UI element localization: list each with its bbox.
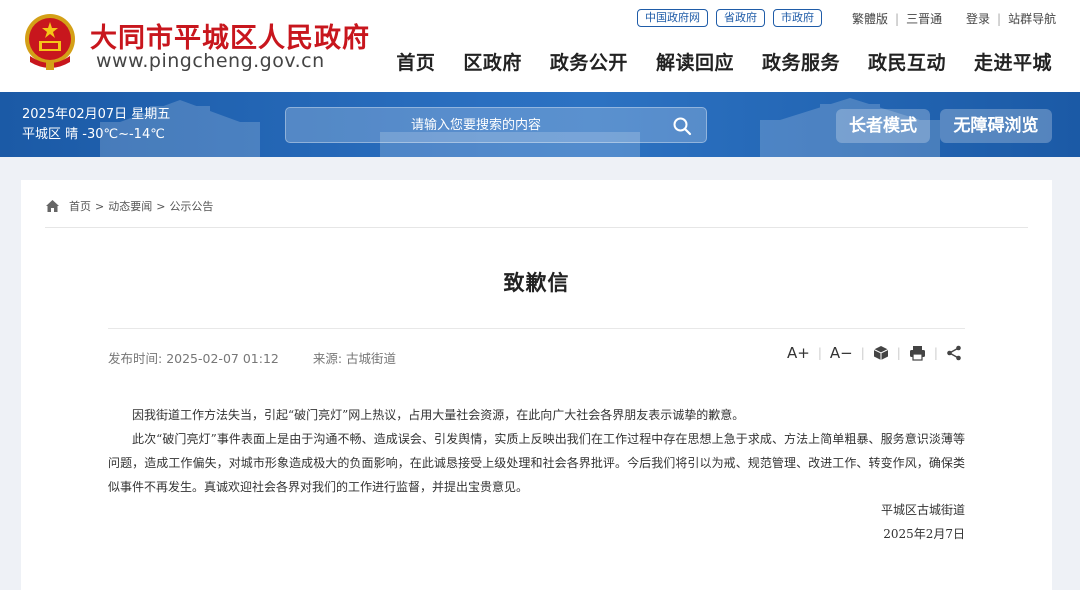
paragraph: 此次“破门亮灯”事件表面上是由于沟通不畅、造成误会、引发舆情，实质上反映出我们在…: [108, 432, 965, 494]
search-box: [285, 107, 707, 143]
breadcrumb-news[interactable]: 动态要闻: [108, 198, 152, 214]
separator: |: [860, 346, 865, 360]
source-value: 古城街道: [346, 351, 397, 366]
elder-mode-button[interactable]: 长者模式: [836, 109, 930, 143]
site-domain: www.pingcheng.gov.cn: [96, 50, 325, 72]
main-nav: 首页 区政府 政务公开 解读回应 政务服务 政民互动 走进平城: [396, 48, 1052, 75]
national-emblem-icon[interactable]: [22, 12, 78, 72]
breadcrumb-notices[interactable]: 公示公告: [169, 198, 213, 214]
separator: |: [933, 346, 938, 360]
nav-gov-services[interactable]: 政务服务: [762, 48, 840, 75]
3d-cube-icon[interactable]: [873, 345, 889, 361]
publish-time-value: 2025-02-07 01:12: [166, 351, 279, 366]
nav-interpretation[interactable]: 解读回应: [656, 48, 734, 75]
article-source: 来源: 古城街道: [313, 348, 396, 367]
link-traditional[interactable]: 繁體版: [852, 10, 888, 27]
divider: [45, 227, 1028, 228]
paragraph: 因我街道工作方法失当，引起“破门亮灯”网上热议，占用大量社会资源，在此向广大社会…: [132, 408, 745, 422]
language-links: 繁體版 | 三晋通: [852, 10, 942, 27]
nav-home[interactable]: 首页: [396, 48, 435, 75]
breadcrumb-home[interactable]: 首页: [69, 198, 91, 214]
publish-time-label: 发布时间:: [108, 351, 163, 366]
search-input[interactable]: [286, 108, 666, 142]
breadcrumb: 首页 > 动态要闻 > 公示公告: [45, 198, 213, 214]
nav-about-pingcheng[interactable]: 走进平城: [974, 48, 1052, 75]
top-banner: 2025年02月07日 星期五 平城区 晴 -30℃~-14℃ 长者模式 无障碍…: [0, 92, 1080, 157]
divider: [108, 328, 965, 329]
link-province-gov[interactable]: 省政府: [716, 9, 765, 27]
font-smaller-button[interactable]: A−: [830, 344, 853, 362]
publish-time: 发布时间: 2025-02-07 01:12: [108, 348, 279, 367]
source-label: 来源:: [312, 351, 343, 366]
date-weather-info: 2025年02月07日 星期五 平城区 晴 -30℃~-14℃: [22, 105, 170, 145]
nav-district-gov[interactable]: 区政府: [463, 48, 522, 75]
link-china-gov[interactable]: 中国政府网: [637, 9, 708, 27]
breadcrumb-separator: >: [156, 199, 166, 213]
site-header: 大同市平城区人民政府 www.pingcheng.gov.cn 中国政府网 省政…: [0, 0, 1080, 92]
quick-links: 中国政府网 省政府 市政府: [637, 9, 822, 27]
separator: |: [817, 346, 822, 360]
home-icon: [46, 200, 59, 212]
article-body: 因我街道工作方法失当，引起“破门亮灯”网上热议，占用大量社会资源，在此向广大社会…: [108, 403, 965, 499]
article-title: 致歉信: [503, 271, 570, 295]
separator: |: [997, 11, 1002, 26]
separator: |: [895, 11, 900, 26]
link-login[interactable]: 登录: [966, 10, 990, 27]
signature-date: 2025年2月7日: [883, 527, 965, 541]
nav-gov-affairs[interactable]: 政务公开: [550, 48, 628, 75]
link-site-nav[interactable]: 站群导航: [1008, 10, 1056, 27]
font-larger-button[interactable]: A+: [787, 344, 810, 362]
search-icon[interactable]: [672, 116, 692, 136]
weather-info: 平城区 晴 -30℃~-14℃: [22, 127, 165, 142]
link-city-gov[interactable]: 市政府: [773, 9, 822, 27]
article-meta: 发布时间: 2025-02-07 01:12 来源: 古城街道: [108, 348, 396, 367]
link-sanjintong[interactable]: 三晋通: [906, 10, 942, 27]
current-date: 2025年02月07日 星期五: [22, 107, 171, 122]
accessible-browse-button[interactable]: 无障碍浏览: [940, 109, 1052, 143]
separator: |: [896, 346, 901, 360]
article-card: 首页 > 动态要闻 > 公示公告 致歉信 发布时间: 2025-02-07 01…: [21, 180, 1052, 590]
print-icon[interactable]: [909, 345, 926, 361]
share-icon[interactable]: [946, 345, 962, 361]
article-tools: A+ | A− | | |: [787, 344, 962, 362]
breadcrumb-separator: >: [95, 199, 105, 213]
signature-organization: 平城区古城街道: [880, 503, 965, 517]
nav-interaction[interactable]: 政民互动: [868, 48, 946, 75]
user-links: 登录 | 站群导航: [966, 10, 1056, 27]
article-signature: 平城区古城街道 2025年2月7日: [108, 498, 965, 546]
